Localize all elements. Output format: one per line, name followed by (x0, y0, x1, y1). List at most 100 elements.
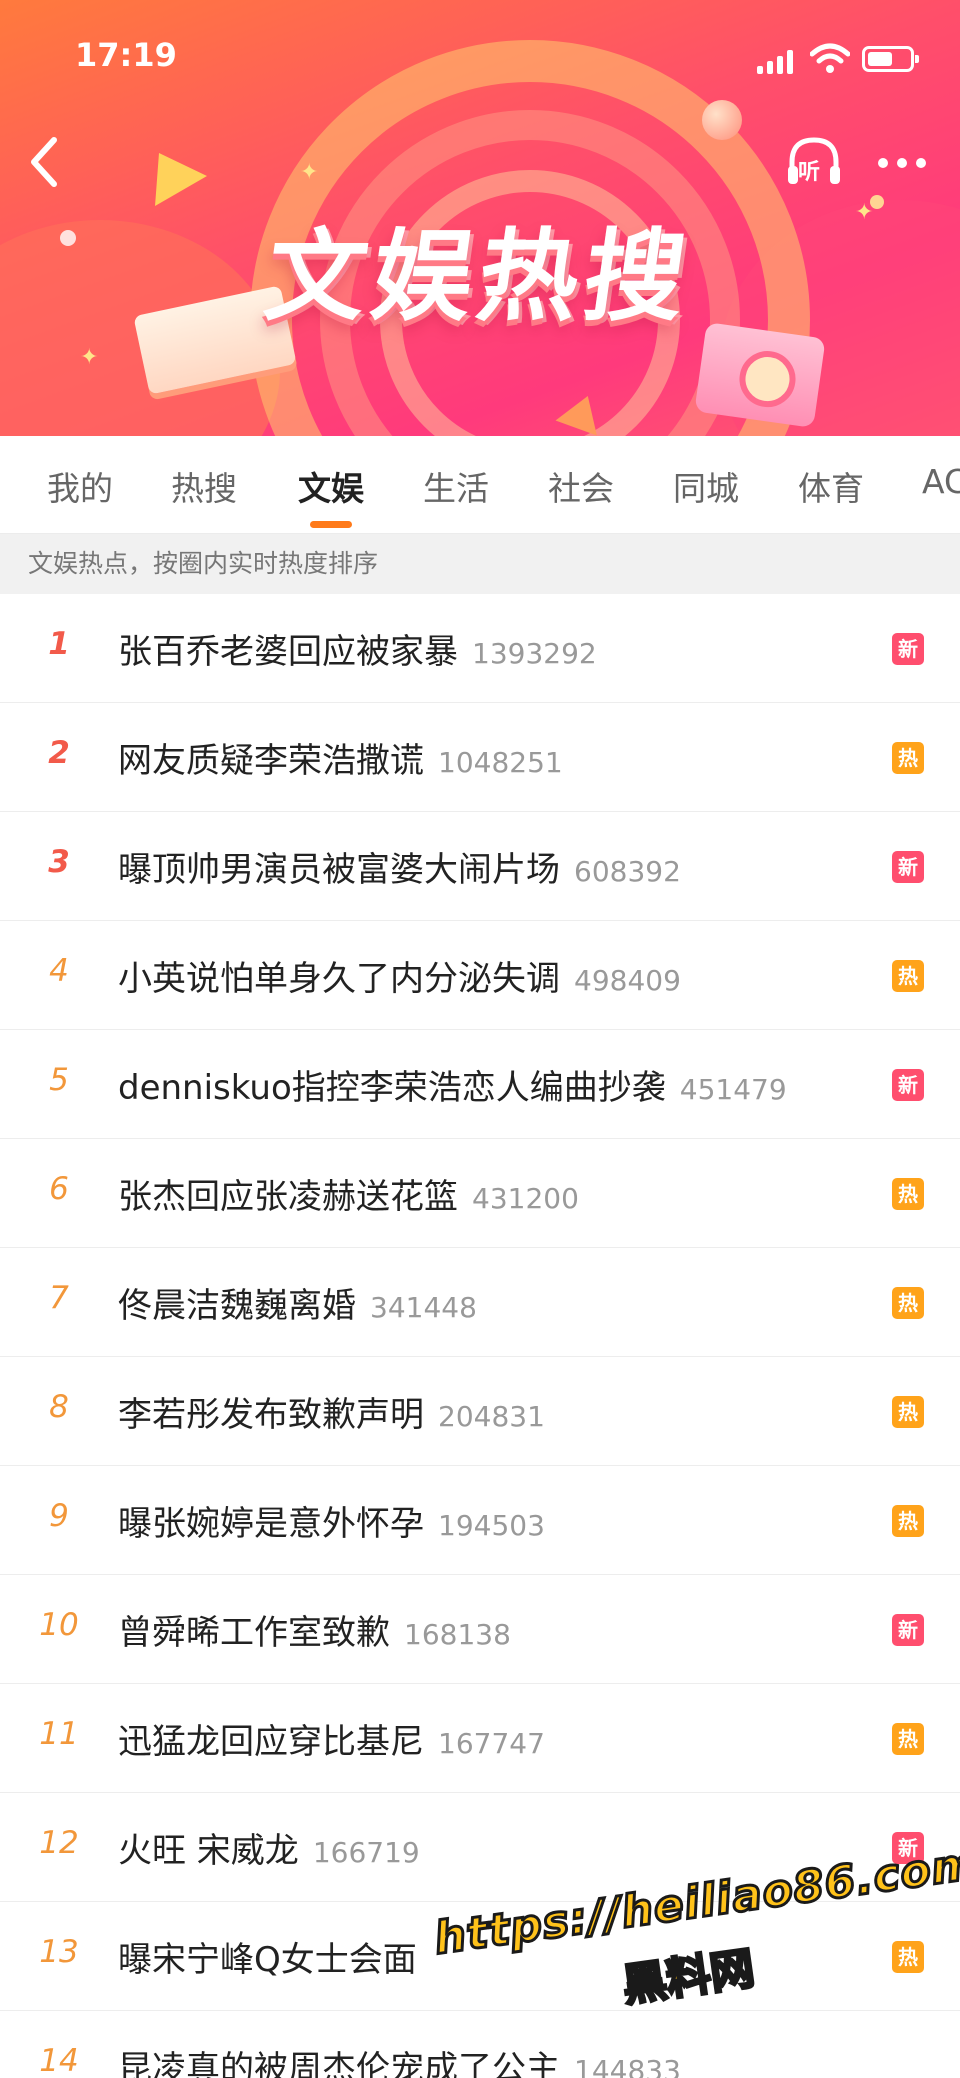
heat-count: 168138 (404, 1618, 511, 1651)
hot-search-row[interactable]: 5 denniskuo指控李荣浩恋人编曲抄袭 451479 新 (0, 1030, 960, 1139)
rank-number: 12 (39, 1825, 79, 1861)
tab-hot-search[interactable]: 热搜 (171, 462, 237, 510)
hot-search-title: 曾舜晞工作室致歉 168138 (118, 1605, 511, 1654)
tab-sports[interactable]: 体育 (798, 462, 864, 510)
tab-society[interactable]: 社会 (548, 462, 614, 510)
hot-badge: 热 (892, 1723, 924, 1755)
topic-text: 张杰回应张凌赫送花篮 (118, 1177, 458, 1217)
rank-number: 4 (49, 953, 69, 989)
topic-text: 李若彤发布致歉声明 (118, 1395, 424, 1435)
list-description: 文娱热点，按圈内实时热度排序 (0, 534, 960, 594)
wifi-icon (810, 43, 850, 73)
heat-count: 498409 (574, 964, 681, 997)
topic-text: 曾舜晞工作室致歉 (118, 1613, 390, 1653)
rank-number: 7 (49, 1280, 69, 1316)
hot-search-row[interactable]: 9 曝张婉婷是意外怀孕 194503 热 (0, 1466, 960, 1575)
hot-search-title: 张百乔老婆回应被家暴 1393292 (118, 624, 597, 673)
status-bar: 17:19 (0, 30, 960, 86)
hot-search-title: 曝张婉婷是意外怀孕 194503 (118, 1496, 545, 1545)
status-time: 17:19 (75, 36, 177, 74)
heat-count: 166719 (312, 1836, 420, 1869)
tab-mine[interactable]: 我的 (47, 462, 113, 510)
hot-badge: 热 (892, 960, 924, 992)
rank-number: 8 (49, 1389, 69, 1425)
hot-search-row[interactable]: 12 火旺 宋威龙 166719 新 (0, 1793, 960, 1902)
new-badge: 新 (892, 851, 924, 883)
topic-text: 曝宋宁峰Q女士会面 (118, 1940, 417, 1980)
new-badge: 新 (892, 633, 924, 665)
hot-search-title: 小英说怕单身久了内分泌失调 498409 (118, 951, 681, 1000)
topic-text: 火旺 宋威龙 (118, 1831, 299, 1871)
new-badge: 新 (892, 1069, 924, 1101)
rank-number: 9 (49, 1498, 69, 1534)
star-icon: ✦ (855, 200, 874, 225)
heat-count: 608392 (574, 855, 681, 888)
new-badge: 新 (892, 1832, 924, 1864)
hot-badge: 热 (892, 1396, 924, 1428)
topic-text: 迅猛龙回应穿比基尼 (118, 1722, 424, 1762)
hot-search-row[interactable]: 3 曝顶帅男演员被富婆大闹片场 608392 新 (0, 812, 960, 921)
tab-acg[interactable]: AC (922, 462, 960, 501)
hot-search-title: denniskuo指控李荣浩恋人编曲抄袭 451479 (118, 1060, 787, 1109)
hot-search-title: 佟晨洁魏巍离婚 341448 (118, 1278, 477, 1327)
listen-button[interactable]: 听 (784, 132, 844, 192)
header-banner: ✦ ✦ ✦ 17:19 听 文娱热搜 (0, 0, 960, 436)
hot-search-title: 迅猛龙回应穿比基尼 167747 (118, 1714, 545, 1763)
more-icon[interactable] (872, 138, 932, 188)
planet-icon (702, 100, 742, 140)
hot-badge: 热 (892, 1287, 924, 1319)
active-tab-indicator (310, 521, 352, 528)
star-icon: ✦ (80, 345, 99, 370)
hot-search-row[interactable]: 8 李若彤发布致歉声明 204831 热 (0, 1357, 960, 1466)
hot-search-row[interactable]: 2 网友质疑李荣浩撒谎 1048251 热 (0, 703, 960, 812)
star-icon: ✦ (300, 160, 319, 185)
hot-search-row[interactable]: 11 迅猛龙回应穿比基尼 167747 热 (0, 1684, 960, 1793)
topic-text: 佟晨洁魏巍离婚 (118, 1286, 356, 1326)
tab-entertainment[interactable]: 文娱 (298, 462, 364, 510)
topic-text: 小英说怕单身久了内分泌失调 (118, 959, 560, 999)
category-tabs: 我的 热搜 文娱 生活 社会 同城 体育 AC (0, 436, 960, 534)
hot-search-title: 昆凌真的被周杰伦宠成了公主 144833 (118, 2041, 681, 2078)
banner-decoration (133, 137, 207, 207)
hot-search-row[interactable]: 4 小英说怕单身久了内分泌失调 498409 热 (0, 921, 960, 1030)
signal-icon (757, 50, 793, 74)
hot-search-title: 张杰回应张凌赫送花篮 431200 (118, 1169, 579, 1218)
battery-icon (862, 46, 919, 72)
hot-search-row[interactable]: 6 张杰回应张凌赫送花篮 431200 热 (0, 1139, 960, 1248)
hot-search-title: 李若彤发布致歉声明 204831 (118, 1387, 545, 1436)
heat-count: 341448 (370, 1291, 477, 1324)
hot-search-row[interactable]: 7 佟晨洁魏巍离婚 341448 热 (0, 1248, 960, 1357)
hot-badge: 热 (892, 1505, 924, 1537)
rank-number: 13 (39, 1934, 79, 1970)
topic-text: 曝顶帅男演员被富婆大闹片场 (118, 850, 560, 890)
tab-local[interactable]: 同城 (673, 462, 739, 510)
hot-search-row[interactable]: 14 昆凌真的被周杰伦宠成了公主 144833 (0, 2011, 960, 2078)
tab-life[interactable]: 生活 (423, 462, 489, 510)
topic-text: 昆凌真的被周杰伦宠成了公主 (118, 2049, 560, 2078)
heat-count: 167747 (438, 1727, 545, 1760)
heat-count: 144833 (574, 2054, 681, 2078)
topic-text: 网友质疑李荣浩撒谎 (118, 741, 424, 781)
topic-text: 曝张婉婷是意外怀孕 (118, 1504, 424, 1544)
rank-number: 10 (39, 1607, 79, 1643)
page-title: 文娱热搜 (258, 218, 699, 335)
rank-number: 5 (49, 1062, 69, 1098)
heat-count: 1048251 (438, 746, 563, 779)
heat-count: 431200 (472, 1182, 579, 1215)
hot-search-title: 网友质疑李荣浩撒谎 1048251 (118, 733, 563, 782)
heat-count: 194503 (438, 1509, 545, 1542)
hot-search-row[interactable]: 1 张百乔老婆回应被家暴 1393292 新 (0, 594, 960, 703)
hot-badge: 热 (892, 1178, 924, 1210)
rank-number: 2 (48, 735, 70, 771)
back-arrow-icon[interactable] (22, 132, 66, 192)
hot-search-title: 曝宋宁峰Q女士会面 (118, 1932, 417, 1981)
hot-search-row[interactable]: 10 曾舜晞工作室致歉 168138 新 (0, 1575, 960, 1684)
banner-decoration (60, 230, 76, 246)
heat-count: 1393292 (472, 637, 597, 670)
listen-label: 听 (798, 160, 821, 185)
hot-badge: 热 (892, 742, 924, 774)
hot-search-title: 曝顶帅男演员被富婆大闹片场 608392 (118, 842, 681, 891)
rank-number: 11 (39, 1716, 79, 1752)
heat-count: 204831 (438, 1400, 545, 1433)
hot-search-row[interactable]: 13 曝宋宁峰Q女士会面 热 (0, 1902, 960, 2011)
